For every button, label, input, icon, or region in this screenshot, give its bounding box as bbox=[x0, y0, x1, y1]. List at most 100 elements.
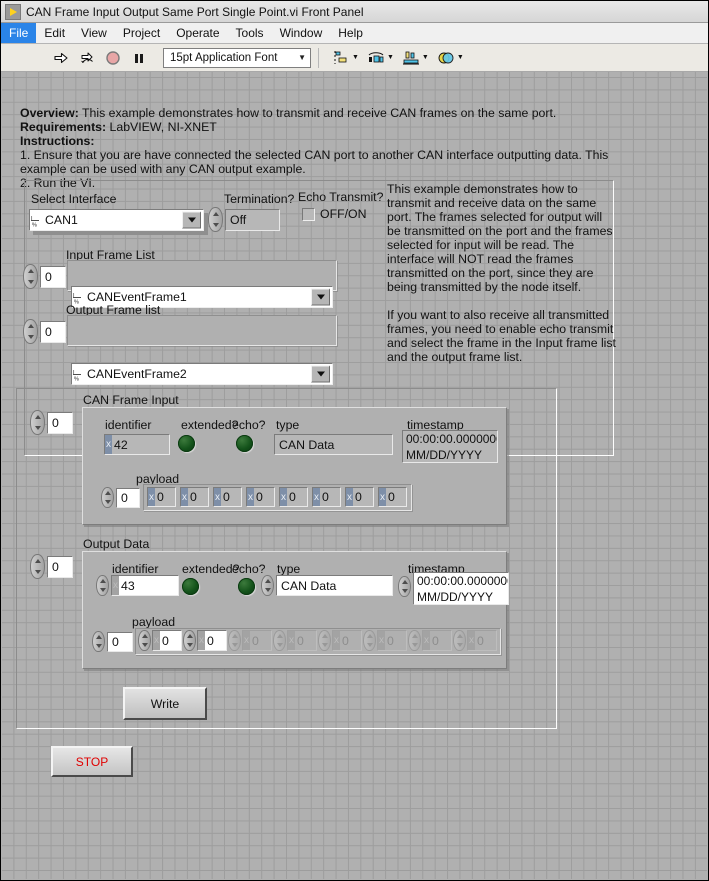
output-frame-ring[interactable]: I% CANEventFrame2 bbox=[71, 363, 333, 385]
menu-item-edit[interactable]: Edit bbox=[36, 23, 73, 43]
payload-value: 0 bbox=[355, 490, 362, 504]
overview-text: This example demonstrates how to transmi… bbox=[78, 106, 557, 120]
output-type-value[interactable]: CAN Data bbox=[276, 575, 393, 596]
output-echo-led[interactable] bbox=[238, 578, 255, 595]
payload-element: x0 bbox=[273, 630, 317, 651]
can-frame-input-index-value[interactable]: 0 bbox=[47, 411, 73, 434]
output-payload-index-spinner[interactable] bbox=[92, 631, 105, 652]
frame-input-type-value: CAN Data bbox=[274, 434, 393, 455]
font-selector[interactable]: 15pt Application Font ▼ bbox=[163, 47, 311, 68]
select-interface-ring[interactable]: I% CAN1 bbox=[29, 209, 204, 231]
output-payload-index-value[interactable]: 0 bbox=[107, 631, 133, 652]
payload-element[interactable]: x0 bbox=[138, 630, 182, 651]
payload-spinner[interactable] bbox=[138, 630, 151, 651]
select-interface-value: CAN1 bbox=[45, 213, 78, 227]
payload-element: x0 bbox=[246, 487, 275, 507]
frame-input-timestamp-value: 00:00:00.0000000 MM/DD/YYYY bbox=[402, 430, 498, 463]
can-frame-input-index-spinner[interactable] bbox=[30, 410, 45, 435]
echo-transmit-checkbox[interactable] bbox=[302, 207, 315, 221]
output-frame-index-control[interactable]: 0 bbox=[23, 319, 66, 344]
input-frame-index-value[interactable]: 0 bbox=[40, 265, 66, 288]
select-interface-dropdown-arrow[interactable] bbox=[182, 211, 201, 229]
output-identifier-spinner[interactable] bbox=[96, 575, 109, 596]
payload-field: x0 bbox=[287, 630, 317, 651]
can-frame-input-index-control[interactable]: 0 bbox=[30, 410, 73, 435]
payload-field: x0 bbox=[467, 630, 497, 651]
termination-label: Termination? bbox=[224, 192, 295, 206]
payload-spinner[interactable] bbox=[183, 630, 196, 651]
align-objects-icon bbox=[329, 47, 353, 69]
payload-element: x0 bbox=[228, 630, 272, 651]
output-data-index-spinner[interactable] bbox=[30, 554, 45, 579]
menu-item-help[interactable]: Help bbox=[330, 23, 371, 43]
frame-input-payload-elements: x0 x0 x0 x0 x0 x0 x0 x0 bbox=[147, 487, 407, 507]
output-type-spinner[interactable] bbox=[261, 575, 274, 596]
termination-control[interactable]: Off bbox=[208, 207, 280, 232]
output-extended-led[interactable] bbox=[182, 578, 199, 595]
output-frame-dropdown-arrow[interactable] bbox=[311, 365, 330, 383]
payload-value: 0 bbox=[322, 490, 329, 504]
output-identifier-value[interactable]: x 43 bbox=[111, 575, 179, 596]
menu-item-window[interactable]: Window bbox=[272, 23, 331, 43]
description-block: This example demonstrates how to transmi… bbox=[387, 182, 616, 364]
termination-spinner[interactable] bbox=[208, 207, 223, 232]
labview-front-panel-window: CAN Frame Input Output Same Port Single … bbox=[0, 0, 709, 881]
description-line: be transmitted on the port and the frame… bbox=[387, 224, 613, 238]
description-line: frames, you need to enable echo transmit bbox=[387, 322, 614, 336]
output-timestamp-spinner[interactable] bbox=[398, 576, 411, 597]
frame-input-payload-index-spinner[interactable] bbox=[101, 487, 114, 508]
output-data-index-control[interactable]: 0 bbox=[30, 554, 73, 579]
requirements-label: Requirements: bbox=[20, 120, 107, 134]
output-timestamp-control[interactable]: 00:00:00.0000000 MM/DD/YYYY bbox=[398, 572, 509, 605]
payload-field[interactable]: x0 bbox=[152, 630, 182, 651]
payload-element[interactable]: x0 bbox=[183, 630, 227, 651]
output-frame-index-value[interactable]: 0 bbox=[40, 320, 66, 343]
input-frame-index-spinner[interactable] bbox=[23, 264, 38, 289]
termination-value[interactable]: Off bbox=[225, 208, 280, 231]
payload-value: 0 bbox=[190, 490, 197, 504]
reorder-objects-button[interactable]: ▼ bbox=[434, 47, 464, 69]
chevron-down-icon: ▼ bbox=[298, 53, 306, 62]
input-frame-dropdown-arrow[interactable] bbox=[311, 288, 330, 306]
output-payload-index-control[interactable]: 0 bbox=[92, 631, 133, 652]
menu-item-operate[interactable]: Operate bbox=[168, 23, 227, 43]
menu-item-tools[interactable]: Tools bbox=[228, 23, 272, 43]
abort-execution-icon[interactable] bbox=[101, 47, 125, 69]
echo-transmit-control[interactable]: OFF/ON bbox=[302, 207, 366, 221]
instruction-1-cont: example can be used with any CAN output … bbox=[20, 162, 306, 176]
run-arrow-icon[interactable] bbox=[49, 47, 73, 69]
output-timestamp-time: 00:00:00.0000000 bbox=[417, 574, 509, 588]
frame-input-payload-index-value[interactable]: 0 bbox=[116, 487, 140, 508]
write-button[interactable]: Write bbox=[123, 687, 207, 720]
payload-element: x0 bbox=[213, 487, 242, 507]
payload-value: 0 bbox=[432, 633, 439, 648]
output-timestamp-date: MM/DD/YYYY bbox=[417, 590, 494, 604]
payload-spinner bbox=[363, 630, 376, 651]
menu-item-view[interactable]: View bbox=[73, 23, 115, 43]
frame-input-payload-index-control[interactable]: 0 bbox=[101, 487, 140, 508]
payload-value: 0 bbox=[252, 633, 259, 648]
output-timestamp-value[interactable]: 00:00:00.0000000 MM/DD/YYYY bbox=[413, 572, 509, 605]
pause-icon[interactable] bbox=[127, 47, 151, 69]
payload-element: x0 bbox=[378, 487, 407, 507]
menu-item-file[interactable]: File bbox=[1, 23, 37, 43]
payload-field[interactable]: x0 bbox=[197, 630, 227, 651]
payload-element: x0 bbox=[363, 630, 407, 651]
output-data-index-value[interactable]: 0 bbox=[47, 555, 73, 578]
input-frame-index-control[interactable]: 0 bbox=[23, 264, 66, 289]
overview-line: Overview: This example demonstrates how … bbox=[20, 106, 556, 120]
payload-field: x0 bbox=[242, 630, 272, 651]
output-type-control[interactable]: CAN Data bbox=[261, 575, 393, 596]
resize-objects-button[interactable]: ▼ bbox=[399, 47, 429, 69]
align-objects-button[interactable]: ▼ bbox=[329, 47, 359, 69]
window-title-bar: CAN Frame Input Output Same Port Single … bbox=[1, 1, 708, 23]
svg-text:%: % bbox=[74, 376, 79, 381]
run-continuously-icon[interactable] bbox=[75, 47, 99, 69]
output-identifier-control[interactable]: x 43 bbox=[96, 575, 179, 596]
front-panel-canvas: Overview: This example demonstrates how … bbox=[2, 72, 707, 879]
stop-button[interactable]: STOP bbox=[51, 746, 133, 777]
menu-item-project[interactable]: Project bbox=[115, 23, 168, 43]
distribute-objects-button[interactable]: ▼ bbox=[364, 47, 394, 69]
output-frame-index-spinner[interactable] bbox=[23, 319, 38, 344]
